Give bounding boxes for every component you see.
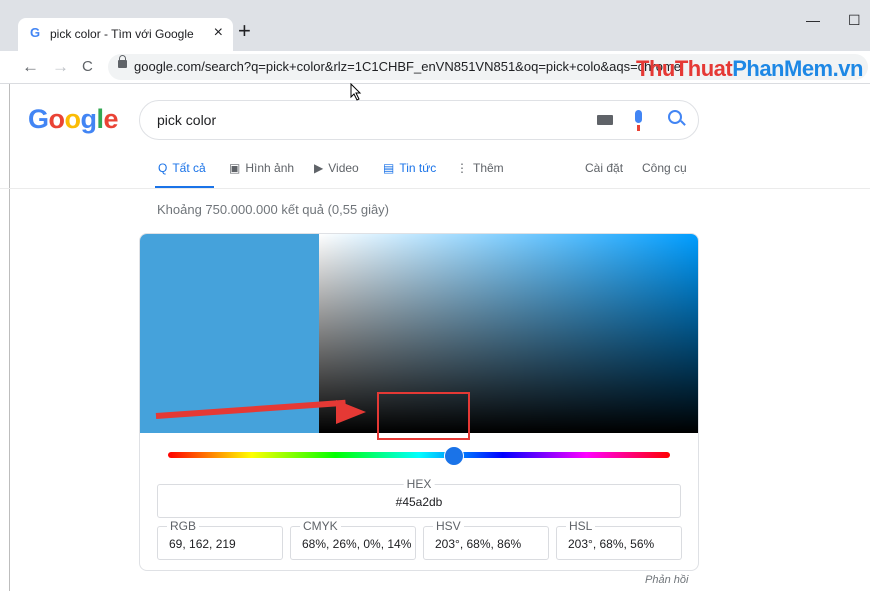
address-bar[interactable]: google.com/search?q=pick+color&rlz=1C1CH… bbox=[108, 54, 868, 82]
watermark-part2: PhanMem bbox=[732, 56, 833, 81]
feedback-link[interactable]: Phản hồi bbox=[645, 574, 688, 586]
hsl-label: HSL bbox=[566, 519, 596, 533]
tab-images[interactable]: ▣ Hình ảnh bbox=[229, 161, 294, 175]
rgb-field[interactable]: RGB 69, 162, 219 bbox=[157, 519, 283, 560]
logo-letter: o bbox=[64, 104, 82, 134]
search-icon[interactable] bbox=[668, 110, 682, 124]
keyboard-icon[interactable] bbox=[597, 115, 613, 125]
cmyk-label: CMYK bbox=[300, 519, 341, 533]
tab-close-icon[interactable]: × bbox=[214, 24, 223, 42]
result-stats: Khoảng 750.000.000 kết quả (0,55 giây) bbox=[157, 202, 390, 217]
logo-letter: G bbox=[28, 104, 49, 134]
tools-link[interactable]: Công cụ bbox=[642, 161, 687, 175]
google-results-page: Google pick color Q Tất cả ▣ Hình ảnh ▶ Vid… bbox=[0, 84, 870, 591]
search-box[interactable]: pick color bbox=[139, 100, 699, 140]
reload-icon[interactable]: C bbox=[82, 58, 93, 75]
cmyk-field[interactable]: CMYK 68%, 26%, 0%, 14% bbox=[290, 519, 416, 560]
google-logo[interactable]: Google bbox=[28, 104, 119, 135]
search-query[interactable]: pick color bbox=[157, 112, 216, 128]
tab-more[interactable]: ⋮ Thêm bbox=[456, 161, 504, 175]
video-icon: ▶ bbox=[314, 161, 324, 175]
tab-label: Thêm bbox=[473, 161, 504, 175]
hex-field[interactable]: HEX #45a2db bbox=[157, 477, 681, 518]
annotation-arrow-head bbox=[336, 400, 366, 424]
hue-slider-knob[interactable] bbox=[444, 446, 464, 466]
microphone-icon[interactable] bbox=[635, 110, 642, 131]
tab-label: Tin tức bbox=[399, 161, 437, 175]
watermark-part1: ThuThuat bbox=[636, 56, 733, 81]
logo-letter: g bbox=[80, 104, 98, 134]
tab-label: Tất cả bbox=[172, 161, 206, 175]
browser-toolbar: ← → C google.com/search?q=pick+color&rlz… bbox=[0, 51, 870, 84]
logo-letter: l bbox=[96, 104, 105, 134]
browser-tab-strip: G pick color - Tìm với Google × + — ☐ bbox=[0, 0, 870, 51]
browser-tab[interactable]: G pick color - Tìm với Google × bbox=[18, 18, 233, 51]
tabs-divider bbox=[0, 188, 870, 189]
hsv-field[interactable]: HSV 203°, 68%, 86% bbox=[423, 519, 549, 560]
hex-value[interactable]: #45a2db bbox=[396, 495, 443, 509]
hsv-label: HSV bbox=[433, 519, 464, 533]
image-icon: ▣ bbox=[229, 161, 241, 175]
tab-label: Hình ảnh bbox=[245, 161, 295, 175]
tab-video[interactable]: ▶ Video bbox=[314, 161, 359, 175]
url-text: google.com/search?q=pick+color&rlz=1C1CH… bbox=[134, 59, 682, 74]
hsl-field[interactable]: HSL 203°, 68%, 56% bbox=[556, 519, 682, 560]
minimize-button[interactable]: — bbox=[806, 12, 820, 28]
tab-all[interactable]: Q Tất cả bbox=[158, 161, 206, 175]
new-tab-button[interactable]: + bbox=[238, 20, 251, 42]
settings-link[interactable]: Cài đặt bbox=[585, 161, 623, 175]
news-icon: ▤ bbox=[383, 161, 395, 175]
lock-icon bbox=[118, 55, 127, 68]
logo-letter: o bbox=[48, 104, 66, 134]
cmyk-value[interactable]: 68%, 26%, 0%, 14% bbox=[302, 537, 411, 551]
hex-label: HEX bbox=[403, 477, 435, 491]
search-small-icon: Q bbox=[158, 161, 168, 175]
maximize-button[interactable]: ☐ bbox=[848, 12, 861, 29]
back-arrow-icon[interactable]: ← bbox=[22, 57, 39, 77]
forward-arrow-icon[interactable]: → bbox=[52, 57, 69, 77]
google-favicon-icon: G bbox=[30, 25, 41, 40]
hue-slider-track[interactable] bbox=[168, 452, 670, 458]
saturation-value-area[interactable] bbox=[319, 234, 698, 433]
rgb-value[interactable]: 69, 162, 219 bbox=[169, 537, 236, 551]
tab-label: Video bbox=[328, 161, 359, 175]
hsl-value[interactable]: 203°, 68%, 56% bbox=[568, 537, 654, 551]
tab-title: pick color - Tìm với Google bbox=[50, 27, 194, 41]
logo-letter: e bbox=[103, 104, 119, 134]
watermark-part3: .vn bbox=[832, 56, 864, 81]
watermark-logo: ThuThuatPhanMem.vn bbox=[636, 56, 863, 82]
more-dots-icon: ⋮ bbox=[456, 161, 468, 175]
annotation-highlight-box bbox=[377, 392, 470, 440]
rgb-label: RGB bbox=[167, 519, 200, 533]
hsv-value[interactable]: 203°, 68%, 86% bbox=[435, 537, 521, 551]
search-tabs: Q Tất cả ▣ Hình ảnh ▶ Video ▤ Tin tức ⋮ Thêm … bbox=[155, 161, 698, 189]
tab-news[interactable]: ▤ Tin tức bbox=[383, 161, 436, 175]
mouse-cursor-icon bbox=[350, 83, 362, 101]
